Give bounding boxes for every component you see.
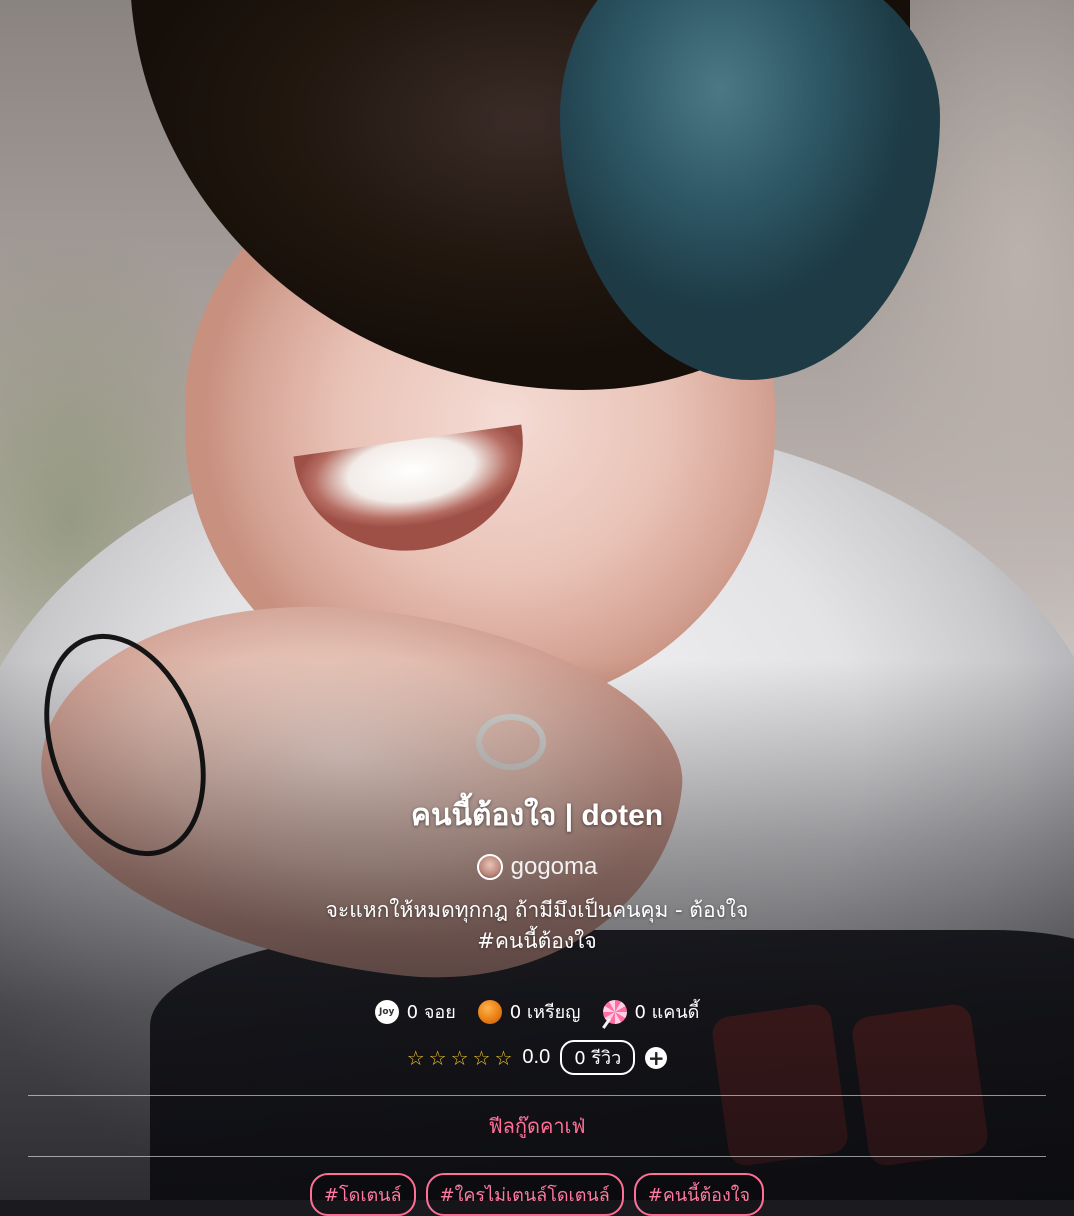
rating-row: ☆ ☆ ☆ ☆ ☆ 0.0 0 รีวิว + [407,1040,668,1075]
description-line: จะแหกให้หมดทุกกฎ ถ้ามีมึงเป็นคนคุม - ต้อ… [325,898,749,922]
stats-row: Joy 0 จอย 0 เหรียญ 0 แคนดี้ [369,997,706,1029]
rating-stars[interactable]: ☆ ☆ ☆ ☆ ☆ [407,1046,513,1070]
plus-icon[interactable]: + [645,1046,668,1069]
tag-chip[interactable]: #ใครไม่เตนล์โดเตนล์ [425,1173,624,1216]
joy-icon: Joy [374,999,399,1024]
coin-icon [477,999,502,1024]
story-info: คนนี้ต้องใจ | doten gogoma จะแหกให้หมดทุ… [0,780,1074,1216]
author-avatar [476,854,503,880]
candy-count: 0 แคนดี้ [634,1002,700,1023]
category-link[interactable]: ฟีลกู๊ดคาเฟ่ [488,1096,585,1156]
author-link[interactable]: gogoma [476,853,598,881]
description-hashtag: #คนนี้ต้องใจ [477,929,597,953]
story-description: จะแหกให้หมดทุกกฎ ถ้ามีมึงเป็นคนคุม - ต้อ… [326,895,749,957]
tag-list: #โดเตนล์ #ใครไม่เตนล์โดเตนล์ #คนนี้ต้องใ… [309,1173,765,1216]
divider [28,1156,1046,1157]
star-icon: ☆ [494,1045,513,1070]
star-icon: ☆ [406,1045,425,1070]
story-title: คนนี้ต้องใจ | doten [410,799,664,832]
candy-icon [601,999,627,1029]
star-icon: ☆ [428,1045,447,1070]
star-icon: ☆ [472,1045,491,1070]
stat-candy: 0 แคนดี้ [601,997,700,1029]
reviews-button[interactable]: 0 รีวิว [560,1040,636,1075]
tag-chip[interactable]: #คนนี้ต้องใจ [633,1173,765,1216]
tag-chip[interactable]: #โดเตนล์ [309,1173,416,1216]
joy-count: 0 จอย [406,1002,456,1023]
stat-joy: Joy 0 จอย [374,997,456,1026]
author-name[interactable]: gogoma [511,853,598,881]
coin-count: 0 เหรียญ [509,1002,581,1023]
star-icon: ☆ [450,1045,469,1070]
rating-value: 0.0 [522,1046,551,1068]
stat-coins: 0 เหรียญ [477,997,581,1026]
